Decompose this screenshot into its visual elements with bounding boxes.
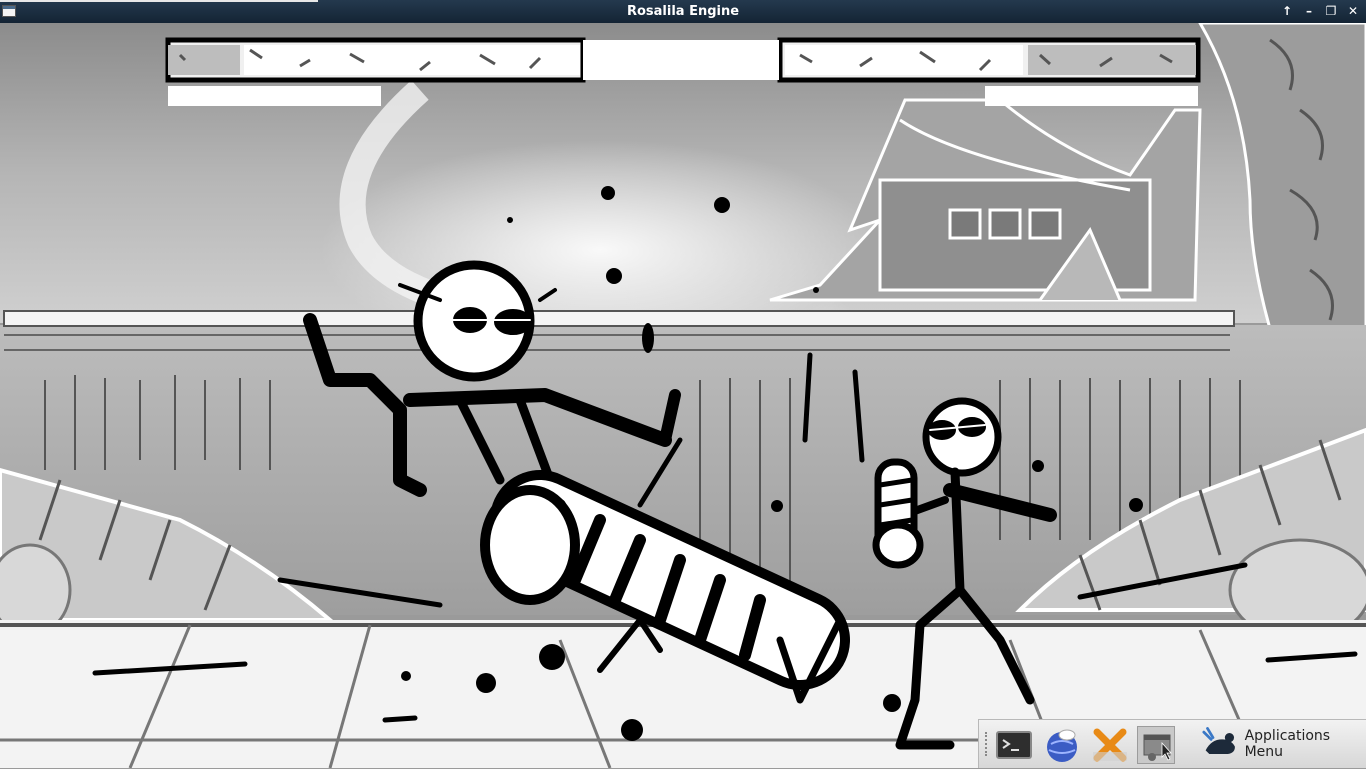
window-controls: ↑ – ❐ ✕ xyxy=(1280,0,1360,23)
player1-health-bar xyxy=(165,37,586,83)
wall-top-rail xyxy=(3,310,1235,327)
applications-menu-label: Applications Menu xyxy=(1244,728,1331,760)
terminal-icon xyxy=(996,731,1032,759)
window-title: Rosalila Engine xyxy=(626,4,740,19)
panel-grip-handle[interactable] xyxy=(985,732,991,756)
terminal-launcher[interactable] xyxy=(995,726,1033,764)
cross-x-app-icon xyxy=(1093,728,1127,762)
player2-power-bar xyxy=(985,86,1198,106)
applications-menu-button[interactable]: Applications Menu xyxy=(1202,724,1362,764)
hud-center-panel xyxy=(583,40,779,80)
mouse-logo-icon xyxy=(1202,727,1235,755)
close-button[interactable]: ✕ xyxy=(1346,0,1360,23)
panel-taskbar: Applications Menu xyxy=(978,719,1366,768)
window-switcher-icon xyxy=(1143,734,1172,761)
window-switcher-launcher[interactable] xyxy=(1137,726,1175,764)
shade-button[interactable]: ↑ xyxy=(1280,0,1294,23)
globe-web-browser-icon xyxy=(1047,729,1077,762)
maximize-button[interactable]: ❐ xyxy=(1324,0,1338,23)
player1-health-fill xyxy=(244,45,580,75)
player2-health-bar xyxy=(777,37,1201,83)
window-menu-icon[interactable] xyxy=(2,5,16,17)
player2-health-fill xyxy=(785,45,1023,75)
x-app-launcher[interactable] xyxy=(1091,726,1129,764)
window-title-bar[interactable]: Rosalila Engine ↑ – ❐ ✕ xyxy=(0,0,1366,23)
web-browser-launcher[interactable] xyxy=(1043,726,1081,764)
player1-power-bar xyxy=(168,86,381,106)
minimize-button[interactable]: – xyxy=(1302,0,1316,23)
game-viewport[interactable] xyxy=(0,23,1366,768)
title-progress-strip xyxy=(0,0,318,2)
